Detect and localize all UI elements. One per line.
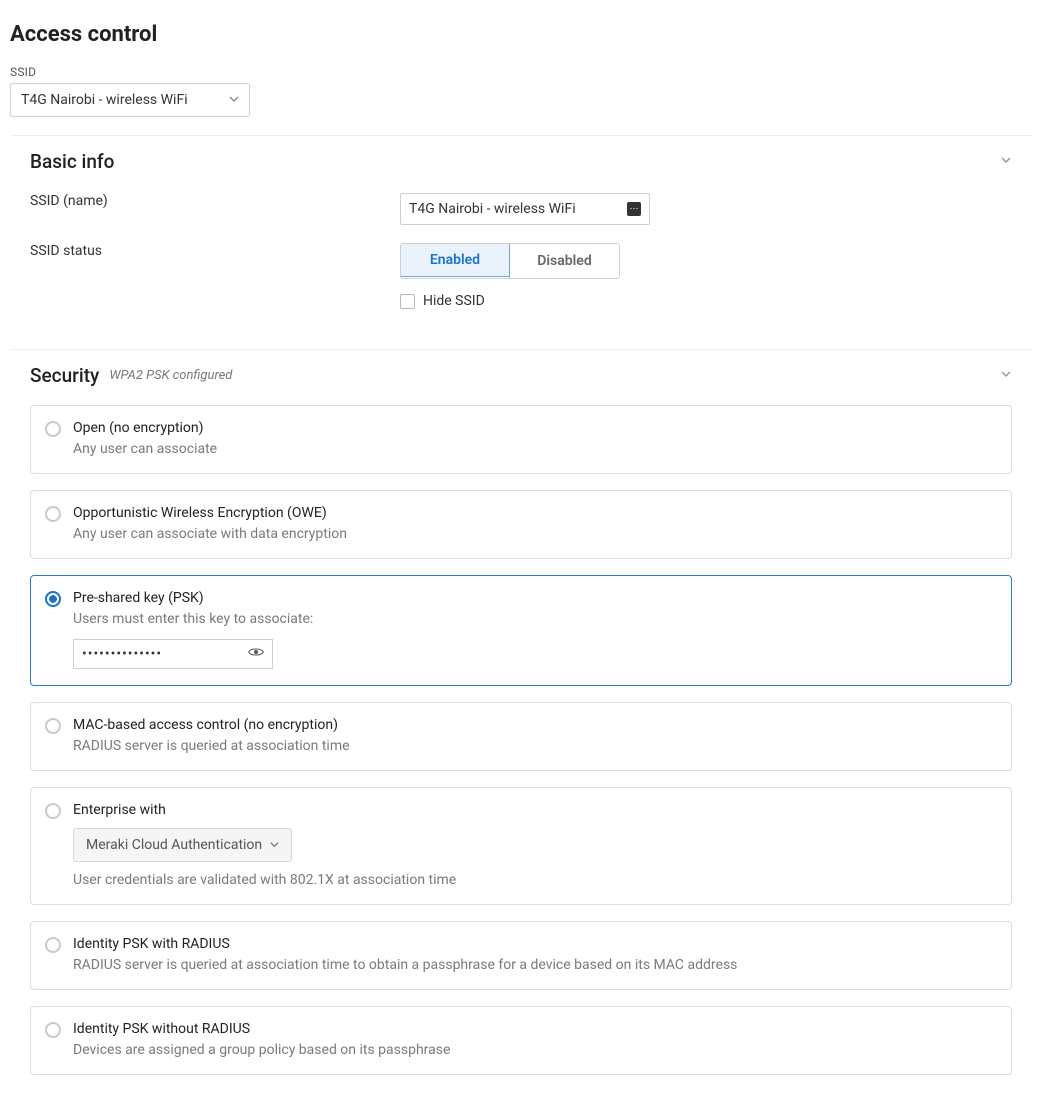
ssid-name-value: T4G Nairobi - wireless WiFi	[409, 201, 576, 217]
ssid-picker-label: SSID	[10, 65, 1032, 79]
enterprise-title: Enterprise with	[73, 802, 456, 818]
security-option-open[interactable]: Open (no encryption) Any user can associ…	[30, 405, 1012, 474]
page-title: Access control	[10, 22, 1032, 47]
psk-password-value-masked: ••••••••••••••	[82, 646, 162, 662]
ipsk-noradius-desc: Devices are assigned a group policy base…	[73, 1042, 450, 1058]
radio-owe[interactable]	[45, 506, 61, 522]
psk-desc: Users must enter this key to associate:	[73, 611, 997, 627]
psk-title: Pre-shared key (PSK)	[73, 590, 997, 606]
basic-info-title: Basic info	[30, 150, 114, 173]
chevron-down-icon	[270, 837, 279, 853]
enterprise-auth-value: Meraki Cloud Authentication	[86, 837, 262, 853]
basic-collapse-toggle[interactable]	[1000, 154, 1012, 170]
ssid-name-label: SSID (name)	[30, 193, 400, 225]
mac-desc: RADIUS server is queried at association …	[73, 738, 350, 754]
eye-icon[interactable]	[248, 646, 264, 662]
security-option-owe[interactable]: Opportunistic Wireless Encryption (OWE) …	[30, 490, 1012, 559]
radio-ipsk-noradius[interactable]	[45, 1022, 61, 1038]
radio-open[interactable]	[45, 421, 61, 437]
security-option-enterprise[interactable]: Enterprise with Meraki Cloud Authenticat…	[30, 787, 1012, 905]
radio-ipsk-radius[interactable]	[45, 937, 61, 953]
security-option-mac[interactable]: MAC-based access control (no encryption)…	[30, 702, 1012, 771]
mac-title: MAC-based access control (no encryption)	[73, 717, 350, 733]
ipsk-noradius-title: Identity PSK without RADIUS	[73, 1021, 450, 1037]
enterprise-desc: User credentials are validated with 802.…	[73, 872, 456, 888]
owe-title: Opportunistic Wireless Encryption (OWE)	[73, 505, 347, 521]
more-icon[interactable]: ⋯	[627, 202, 641, 216]
chevron-down-icon	[229, 92, 239, 108]
radio-psk[interactable]	[45, 591, 61, 607]
open-title: Open (no encryption)	[73, 420, 217, 436]
ssid-status-segmented: Enabled Disabled	[400, 243, 620, 279]
radio-mac[interactable]	[45, 718, 61, 734]
security-title: Security	[30, 364, 99, 387]
radio-enterprise[interactable]	[45, 803, 61, 819]
security-subtitle: WPA2 PSK configured	[109, 368, 232, 383]
security-collapse-toggle[interactable]	[1000, 368, 1012, 384]
ssid-status-label: SSID status	[30, 243, 400, 309]
ipsk-radius-title: Identity PSK with RADIUS	[73, 936, 737, 952]
ssid-status-enabled[interactable]: Enabled	[400, 243, 510, 277]
hide-ssid-checkbox[interactable]	[400, 294, 415, 309]
hide-ssid-label: Hide SSID	[423, 293, 485, 309]
enterprise-auth-dropdown[interactable]: Meraki Cloud Authentication	[73, 828, 292, 862]
security-option-ipsk-radius[interactable]: Identity PSK with RADIUS RADIUS server i…	[30, 921, 1012, 990]
ssid-dropdown[interactable]: T4G Nairobi - wireless WiFi	[10, 83, 250, 117]
open-desc: Any user can associate	[73, 441, 217, 457]
ssid-status-disabled[interactable]: Disabled	[509, 244, 619, 278]
ssid-dropdown-value: T4G Nairobi - wireless WiFi	[21, 92, 188, 108]
security-option-ipsk-noradius[interactable]: Identity PSK without RADIUS Devices are …	[30, 1006, 1012, 1075]
security-option-psk[interactable]: Pre-shared key (PSK) Users must enter th…	[30, 575, 1012, 686]
psk-password-input[interactable]: ••••••••••••••	[73, 639, 273, 669]
ipsk-radius-desc: RADIUS server is queried at association …	[73, 957, 737, 973]
ssid-name-input[interactable]: T4G Nairobi - wireless WiFi ⋯	[400, 193, 650, 225]
owe-desc: Any user can associate with data encrypt…	[73, 526, 347, 542]
